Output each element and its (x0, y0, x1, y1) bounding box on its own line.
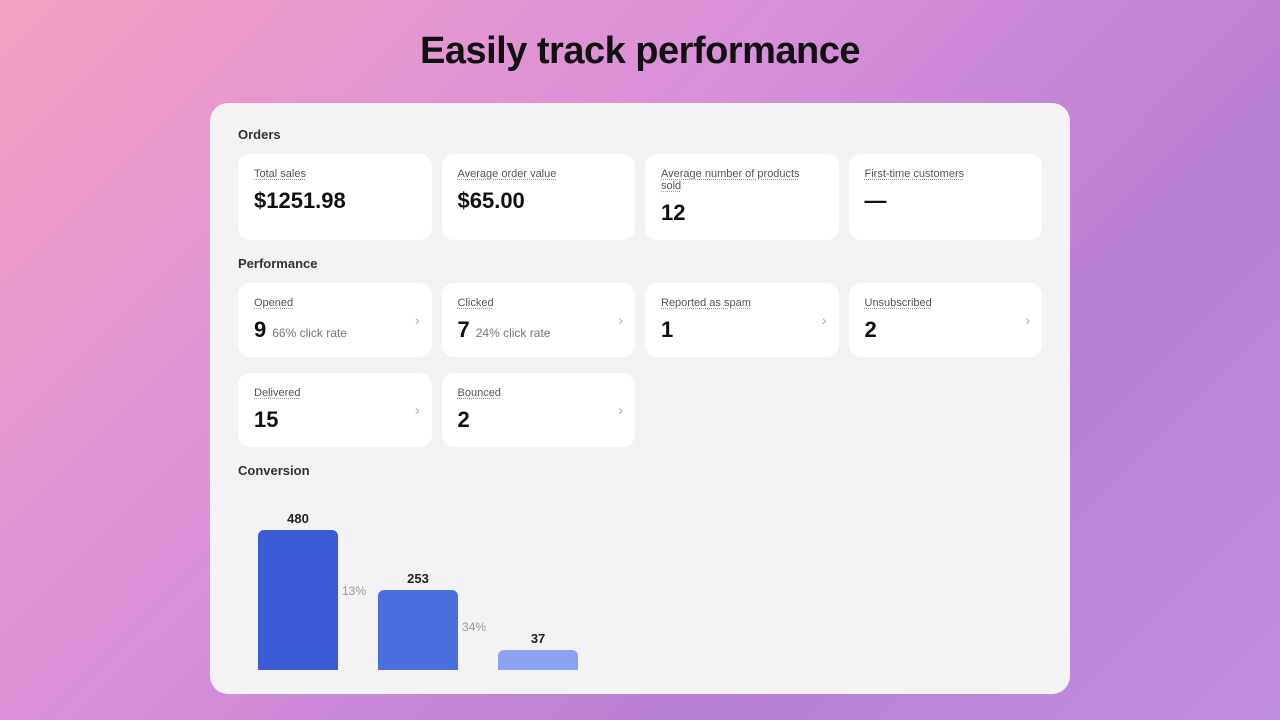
bounced-chevron-icon: › (618, 402, 623, 418)
clicked-chevron-icon: › (618, 312, 623, 328)
empty-cell-1 (645, 373, 839, 447)
reported-spam-title: Reported as spam (661, 297, 823, 309)
pct-34-label: 34% (462, 620, 486, 634)
performance-row1-grid: Opened 9 66% click rate › Clicked 7 24% … (238, 283, 1042, 357)
metric-opened[interactable]: Opened 9 66% click rate › (238, 283, 432, 357)
performance-label: Performance (238, 256, 1042, 271)
performance-section: Performance Opened 9 66% click rate › Cl… (238, 256, 1042, 447)
metric-reported-spam[interactable]: Reported as spam 1 › (645, 283, 839, 357)
bar-480-label: 480 (287, 511, 309, 526)
bar-group-253: 253 (378, 510, 458, 670)
bar-480 (258, 530, 338, 670)
metric-unsubscribed[interactable]: Unsubscribed 2 › (849, 283, 1043, 357)
unsubscribed-title: Unsubscribed (865, 297, 1027, 309)
metric-total-sales[interactable]: Total sales $1251.98 (238, 154, 432, 240)
delivered-title: Delivered (254, 387, 416, 399)
conversion-section: Conversion 480 13% 253 34% (238, 463, 1042, 670)
bar-group-37: 37 (498, 510, 578, 670)
opened-value: 9 (254, 317, 266, 343)
first-time-customers-title: First-time customers (865, 168, 1027, 180)
opened-sub: 66% click rate (272, 326, 347, 340)
metric-clicked[interactable]: Clicked 7 24% click rate › (442, 283, 636, 357)
bar-253-label: 253 (407, 571, 429, 586)
bar-group-480: 480 (258, 510, 338, 670)
bounced-title: Bounced (458, 387, 620, 399)
bar-37-label: 37 (531, 631, 545, 646)
metric-bounced[interactable]: Bounced 2 › (442, 373, 636, 447)
conversion-chart: 480 13% 253 34% 37 (238, 490, 1042, 670)
total-sales-value: $1251.98 (254, 188, 416, 214)
metric-delivered[interactable]: Delivered 15 › (238, 373, 432, 447)
reported-spam-value: 1 (661, 317, 823, 343)
pct-13-label: 13% (342, 584, 366, 598)
conversion-label: Conversion (238, 463, 1042, 478)
avg-order-value-value: $65.00 (458, 188, 620, 214)
opened-title: Opened (254, 297, 416, 309)
page-wrapper: Easily track performance Orders Total sa… (0, 0, 1280, 720)
bounced-value: 2 (458, 407, 620, 433)
empty-cell-2 (849, 373, 1043, 447)
metric-avg-products-sold[interactable]: Average number of products sold 12 (645, 154, 839, 240)
avg-products-sold-value: 12 (661, 200, 823, 226)
avg-order-value-title: Average order value (458, 168, 620, 180)
dashboard-card: Orders Total sales $1251.98 Average orde… (210, 103, 1070, 694)
unsubscribed-value: 2 (865, 317, 1027, 343)
opened-chevron-icon: › (415, 312, 420, 328)
delivered-value: 15 (254, 407, 416, 433)
total-sales-title: Total sales (254, 168, 416, 180)
opened-value-row: 9 66% click rate (254, 317, 416, 343)
clicked-title: Clicked (458, 297, 620, 309)
metric-avg-order-value[interactable]: Average order value $65.00 (442, 154, 636, 240)
unsubscribed-chevron-icon: › (1025, 312, 1030, 328)
orders-metrics-grid: Total sales $1251.98 Average order value… (238, 154, 1042, 240)
orders-label: Orders (238, 127, 1042, 142)
delivered-chevron-icon: › (415, 402, 420, 418)
pct-34-container: 34% (462, 510, 486, 670)
bar-253 (378, 590, 458, 670)
bar-37 (498, 650, 578, 670)
clicked-sub: 24% click rate (476, 326, 551, 340)
pct-13-container: 13% (342, 510, 366, 670)
performance-row2-grid: Delivered 15 › Bounced 2 › (238, 373, 1042, 447)
clicked-value-row: 7 24% click rate (458, 317, 620, 343)
orders-section: Orders Total sales $1251.98 Average orde… (238, 127, 1042, 240)
page-title: Easily track performance (420, 30, 860, 73)
clicked-value: 7 (458, 317, 470, 343)
metric-first-time-customers[interactable]: First-time customers — (849, 154, 1043, 240)
reported-spam-chevron-icon: › (822, 312, 827, 328)
avg-products-sold-title: Average number of products sold (661, 168, 823, 192)
first-time-customers-value: — (865, 188, 1027, 214)
